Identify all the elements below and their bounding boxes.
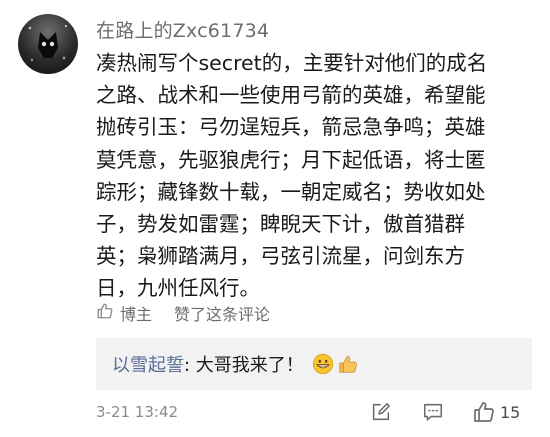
liked-by-label[interactable]: 博主 bbox=[120, 301, 152, 325]
avatar-image bbox=[28, 24, 68, 62]
edit-forward-icon[interactable] bbox=[366, 398, 396, 426]
comment-footer: 3-21 13:42 15 bbox=[96, 398, 536, 426]
avatar[interactable] bbox=[18, 14, 78, 74]
comment-icon[interactable] bbox=[418, 398, 448, 426]
reply-text: : 大哥我来了！ bbox=[184, 355, 304, 376]
comment-username[interactable]: 在路上的Zxc61734 bbox=[96, 16, 269, 43]
thumbs-up-icon bbox=[96, 302, 114, 324]
comment-line: 日，九州任风行。 bbox=[96, 276, 260, 301]
reply-username[interactable]: 以雪起誓 bbox=[112, 351, 184, 377]
timestamp: 3-21 13:42 bbox=[96, 403, 179, 421]
liked-description: 赞了这条评论 bbox=[174, 305, 271, 324]
comment-line: 凑热闹写个secret的，主要针对他们的成名 bbox=[96, 51, 488, 75]
comment-line: 莫凭意，先驱狼虎行；月下起低语，将士匿 bbox=[96, 147, 486, 172]
thumbs-up-emoji-icon bbox=[337, 353, 359, 375]
action-bar: 15 bbox=[366, 398, 520, 426]
comment-line: 英；枭狮踏满月，弓弦引流星，问剑东方 bbox=[96, 244, 465, 269]
like-icon bbox=[472, 400, 496, 424]
comment-line: 子，势发如雷霆；睥睨天下计，傲首猎群 bbox=[96, 212, 465, 237]
like-button[interactable]: 15 bbox=[472, 398, 520, 426]
reply-box[interactable]: 以雪起誓 : 大哥我来了！ bbox=[96, 338, 532, 390]
author-liked-row: 博主 赞了这条评论 bbox=[96, 301, 270, 325]
comment-body: 凑热闹写个secret的，主要针对他们的成名 之路、战术和一些使用弓箭的英雄，希… bbox=[96, 47, 521, 305]
comment-line: 抛砖引玉：弓勿逞短兵，箭忌急争鸣；英雄 bbox=[96, 115, 486, 140]
comment-line: 之路、战术和一些使用弓箭的英雄，希望能 bbox=[96, 83, 486, 108]
comment-line: 踪形；藏锋数十载，一朝定威名；势收如处 bbox=[96, 179, 486, 204]
grinning-face-icon bbox=[312, 353, 334, 375]
like-count: 15 bbox=[500, 402, 521, 422]
